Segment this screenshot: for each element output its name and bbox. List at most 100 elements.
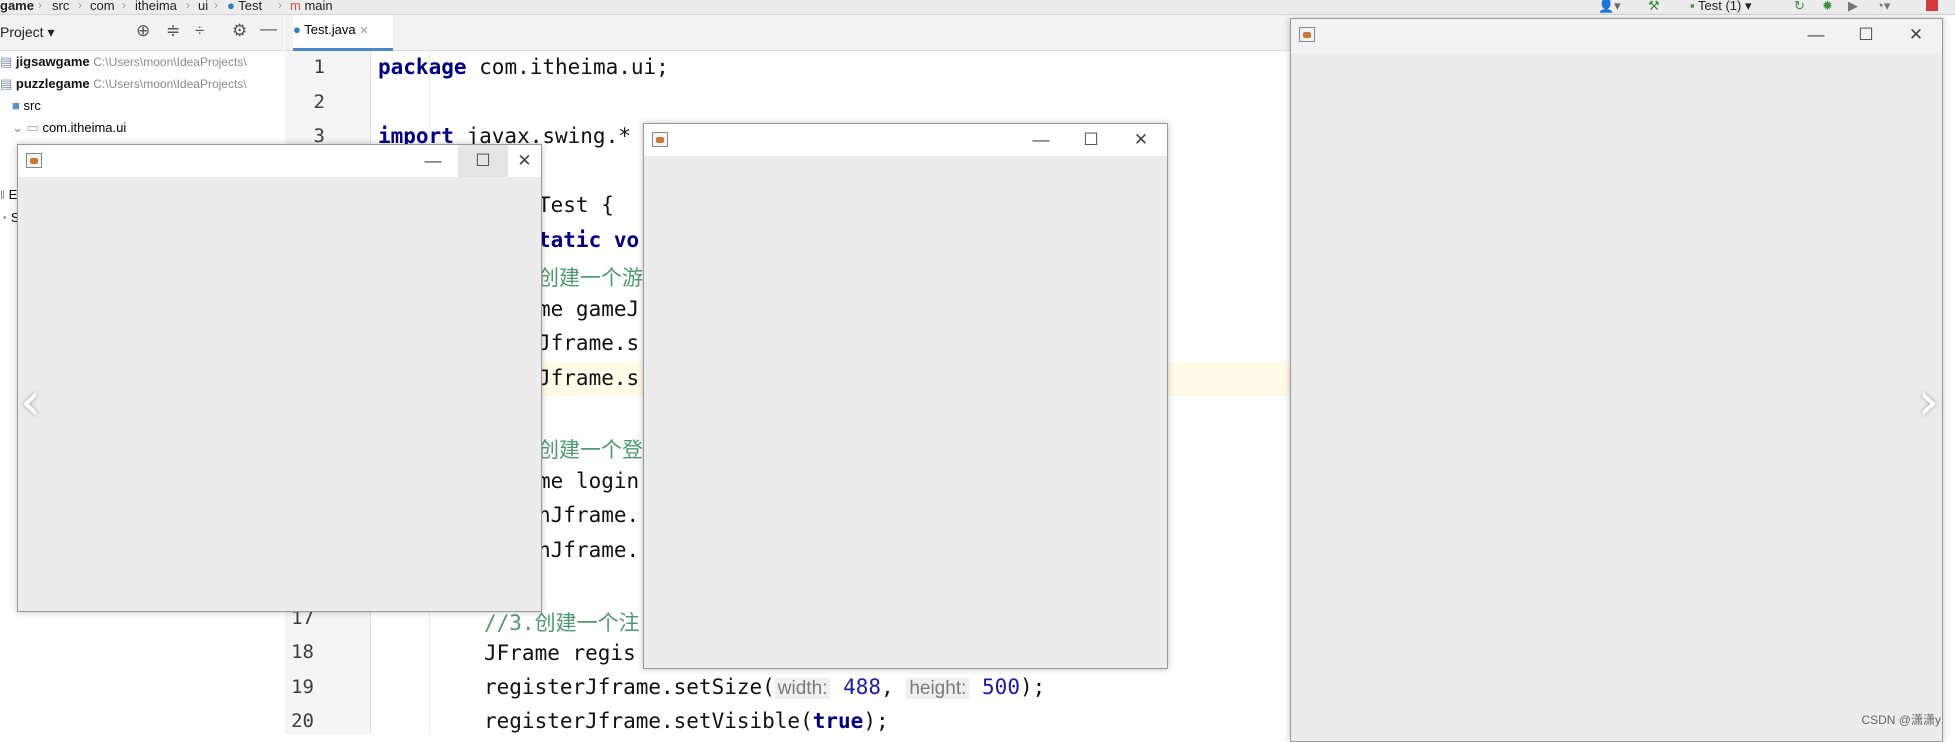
breadcrumb: game › src › com › itheima › ui › ● Test… [0,0,1955,15]
line-number: 2 [313,91,325,113]
breadcrumb-item-src[interactable]: src [52,0,69,13]
code-token: registerJframe.setVisible( [484,709,813,733]
code-line: me gameJ [538,297,640,321]
close-button[interactable]: ✕ [508,145,541,177]
class-icon: ● [227,0,235,13]
code-token: ); [863,709,889,733]
code-token-keyword: vo [601,228,640,252]
minimize-button[interactable]: — [1016,124,1066,156]
tree-item-src[interactable]: ■ src [12,98,41,113]
breadcrumb-label: main [304,0,333,13]
code-token: ); [1019,675,1046,699]
tree-item-path: C:\Users\moon\IdeaProjects\ [93,77,247,91]
watermark: CSDN @潇潇y [1861,713,1941,727]
maximize-button[interactable]: ☐ [1066,124,1116,156]
maximize-button[interactable]: ☐ [1841,19,1891,51]
java-window-game[interactable]: — ☐ ✕ [17,144,542,612]
debug-icon[interactable]: ✹ [1822,0,1833,14]
rerun-icon[interactable]: ↻ [1794,0,1805,14]
chevron-right-icon: › [214,0,218,12]
tree-item-puzzlegame[interactable]: ▤ puzzlegame C:\Users\moon\IdeaProjects\ [0,76,247,92]
gear-icon[interactable]: ⚙ [232,21,247,41]
class-icon: ● [293,22,301,37]
java-icon [1299,27,1315,42]
build-icon[interactable]: ⚒ [1648,0,1660,14]
breadcrumb-item-main[interactable]: m main [290,0,333,13]
run-config-icon: ▪ [1690,0,1695,13]
tree-item-label: src [23,98,41,113]
run-config-label: Test (1) [1698,0,1742,13]
coverage-icon[interactable]: ▶ [1848,0,1858,14]
code-line: nJframe. [538,503,640,527]
tree-item-external-libraries[interactable]: ‖ E [0,187,17,202]
minimize-button[interactable]: — [408,145,458,177]
previous-arrow-icon[interactable]: ‹ [20,372,41,432]
project-panel-title: Project [0,24,44,40]
editor-tab-bar: ● Test.java ✕ [285,15,1290,51]
chevron-right-icon: › [278,0,282,12]
chevron-right-icon: › [78,0,82,12]
line-number: 19 [291,676,314,698]
package-icon: ▭ [26,120,39,135]
breadcrumb-item-ui[interactable]: ui [198,0,208,13]
java-icon [652,132,668,147]
code-line: JFrame regis [484,641,636,665]
project-view-select[interactable]: Project ▾ [0,24,55,41]
line-number: 20 [291,710,314,732]
code-line: tatic vo [538,228,639,252]
minimize-button[interactable]: — [1791,19,1841,51]
breadcrumb-item-project[interactable]: game [0,0,34,13]
breadcrumb-item-itheima[interactable]: itheima [135,0,177,13]
code-token: com.itheima.ui; [466,55,669,79]
line-number: 18 [291,641,314,663]
scratches-icon: ◔ [0,211,8,225]
window-title-bar[interactable]: — ☐ ✕ [18,145,541,177]
window-title-bar[interactable]: — ☐ ✕ [1291,19,1942,53]
code-token-number: 500 [982,675,1020,699]
window-title-bar[interactable]: — ☐ ✕ [644,124,1167,156]
tree-item-path: C:\Users\moon\IdeaProjects\ [93,55,247,69]
code-token-keyword: package [378,55,467,79]
close-button[interactable]: ✕ [1891,19,1941,51]
code-line: registerJframe.setSize(width: 488, heigh… [484,675,1045,700]
chevron-down-icon: ⌄ [12,120,23,135]
java-icon [26,153,42,168]
tab-test-java[interactable]: ● Test.java ✕ [293,15,393,51]
code-line: Jframe.s [538,331,640,355]
chevron-right-icon: › [122,0,126,12]
run-config-select[interactable]: ▪ Test (1) ▾ [1690,0,1751,14]
close-icon[interactable]: ✕ [359,25,368,37]
maximize-button[interactable]: ☐ [458,145,508,177]
code-token-keyword: true [812,709,864,733]
tree-item-label: jigsawgame [15,54,90,69]
code-line: nJframe. [538,538,640,562]
project-panel-header: Project ▾ ⊕ ≑ ÷ ⚙ — [0,15,284,51]
code-line: registerJframe.setVisible(true); [484,709,889,733]
module-folder-icon: ▤ [0,76,13,91]
tree-item-label: puzzlegame [15,76,90,91]
code-token: , [881,675,907,699]
code-token: registerJframe.setSize( [484,675,775,699]
parameter-hint: width: [774,678,831,699]
hide-panel-icon[interactable]: — [260,19,277,39]
locate-icon[interactable]: ⊕ [136,21,150,41]
tree-item-com-itheima-ui[interactable]: ⌄ ▭ com.itheima.ui [12,120,126,136]
collapse-all-icon[interactable]: ÷ [195,21,204,41]
tree-item-jigsawgame[interactable]: ▤ jigsawgame C:\Users\moon\IdeaProjects\ [0,54,247,70]
java-window-register[interactable]: — ☐ ✕ [1290,18,1943,742]
profile-icon[interactable]: ◔▾ [1876,0,1890,14]
tree-item-label: com.itheima.ui [42,120,127,135]
parameter-hint: height: [906,678,970,699]
expand-all-icon[interactable]: ≑ [166,21,180,41]
next-arrow-icon[interactable]: › [1918,372,1939,432]
close-button[interactable]: ✕ [1116,124,1166,156]
user-icon[interactable]: 👤▾ [1598,0,1621,14]
code-token-number: 488 [843,675,882,699]
java-window-login[interactable]: — ☐ ✕ [643,123,1168,669]
code-line: me login [538,469,640,493]
code-line: Test { [538,193,614,217]
chevron-right-icon: › [38,0,42,12]
breadcrumb-item-com[interactable]: com [90,0,115,13]
stop-icon[interactable] [1926,0,1938,11]
breadcrumb-item-test[interactable]: ● Test [227,0,262,13]
